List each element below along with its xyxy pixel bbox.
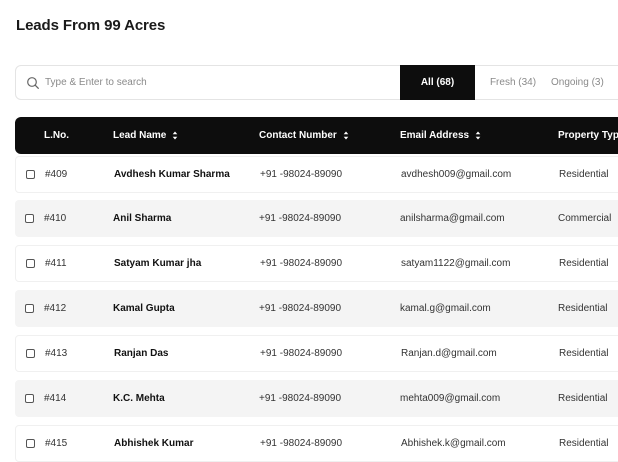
contact-number: +91 -98024-89090 bbox=[259, 393, 342, 404]
contact-number: +91 -98024-89090 bbox=[259, 213, 342, 224]
row-checkbox[interactable] bbox=[25, 214, 34, 223]
row-checkbox[interactable] bbox=[25, 304, 34, 313]
property-type: Residential bbox=[559, 169, 609, 180]
lead-name: Satyam Kumar jha bbox=[114, 258, 202, 269]
sort-icon[interactable] bbox=[172, 131, 178, 140]
tab-ongoing[interactable]: Ongoing (3) bbox=[551, 65, 618, 100]
row-checkbox[interactable] bbox=[26, 439, 35, 448]
contact-number: +91 -98024-89090 bbox=[260, 438, 343, 449]
column-header-email-label: Email Address bbox=[400, 130, 470, 141]
email-address: Abhishek.k@gmail.com bbox=[401, 438, 506, 449]
filter-tabs: All (68) Fresh (34) Ongoing (3) bbox=[400, 65, 618, 100]
lead-number: #414 bbox=[44, 393, 67, 404]
page-title: Leads From 99 Acres bbox=[16, 17, 166, 34]
column-header-name-label: Lead Name bbox=[113, 130, 167, 141]
contact-number: +91 -98024-89090 bbox=[260, 169, 343, 180]
column-header-type-label: Property Type bbox=[558, 130, 618, 141]
lead-number: #410 bbox=[44, 213, 67, 224]
lead-name: K.C. Mehta bbox=[113, 393, 165, 404]
lead-name: Abhishek Kumar bbox=[114, 438, 194, 449]
lead-number: #411 bbox=[45, 258, 67, 269]
lead-number: #409 bbox=[45, 169, 68, 180]
column-header-lno: L.No. bbox=[44, 117, 69, 154]
table-row[interactable]: #409 Avdhesh Kumar Sharma +91 -98024-890… bbox=[15, 156, 618, 193]
property-type: Commercial bbox=[558, 213, 612, 224]
search-input[interactable] bbox=[45, 77, 385, 88]
column-header-email[interactable]: Email Address bbox=[400, 117, 481, 154]
lead-name: Ranjan Das bbox=[114, 348, 169, 359]
row-checkbox[interactable] bbox=[26, 349, 35, 358]
row-checkbox[interactable] bbox=[26, 170, 35, 179]
table-row[interactable]: #415 Abhishek Kumar +91 -98024-89090 Abh… bbox=[15, 425, 618, 462]
tab-all[interactable]: All (68) bbox=[400, 65, 475, 100]
table-row[interactable]: #411 Satyam Kumar jha +91 -98024-89090 s… bbox=[15, 245, 618, 282]
row-checkbox[interactable] bbox=[26, 259, 35, 268]
email-address: avdhesh009@gmail.com bbox=[401, 169, 512, 180]
search-icon bbox=[27, 76, 39, 89]
sort-icon[interactable] bbox=[343, 131, 349, 140]
property-type: Residential bbox=[558, 393, 608, 404]
column-header-lno-label: L.No. bbox=[44, 130, 69, 141]
lead-number: #412 bbox=[44, 303, 67, 314]
property-type: Residential bbox=[559, 348, 609, 359]
column-header-contact[interactable]: Contact Number bbox=[259, 117, 349, 154]
email-address: kamal.g@gmail.com bbox=[400, 303, 491, 314]
tab-fresh[interactable]: Fresh (34) bbox=[475, 65, 551, 100]
lead-name: Kamal Gupta bbox=[113, 303, 175, 314]
email-address: satyam1122@gmail.com bbox=[401, 258, 511, 269]
sort-icon[interactable] bbox=[475, 131, 481, 140]
contact-number: +91 -98024-89090 bbox=[260, 348, 343, 359]
property-type: Residential bbox=[558, 303, 608, 314]
table-row[interactable]: #412 Kamal Gupta +91 -98024-89090 kamal.… bbox=[15, 290, 618, 327]
contact-number: +91 -98024-89090 bbox=[260, 258, 343, 269]
email-address: Ranjan.d@gmail.com bbox=[401, 348, 497, 359]
property-type: Residential bbox=[559, 438, 609, 449]
table-row[interactable]: #413 Ranjan Das +91 -98024-89090 Ranjan.… bbox=[15, 335, 618, 372]
email-address: mehta009@gmail.com bbox=[400, 393, 501, 404]
table-row[interactable]: #410 Anil Sharma +91 -98024-89090 anilsh… bbox=[15, 200, 618, 237]
lead-number: #413 bbox=[45, 348, 68, 359]
lead-number: #415 bbox=[45, 438, 68, 449]
column-header-name[interactable]: Lead Name bbox=[113, 117, 178, 154]
column-header-type: Property Type bbox=[558, 117, 618, 154]
column-header-contact-label: Contact Number bbox=[259, 130, 337, 141]
lead-name: Anil Sharma bbox=[113, 213, 172, 224]
contact-number: +91 -98024-89090 bbox=[259, 303, 342, 314]
row-checkbox[interactable] bbox=[25, 394, 34, 403]
property-type: Residential bbox=[559, 258, 609, 269]
table-row[interactable]: #414 K.C. Mehta +91 -98024-89090 mehta00… bbox=[15, 380, 618, 417]
lead-name: Avdhesh Kumar Sharma bbox=[114, 169, 230, 180]
table-header: L.No. Lead Name Contact Number Email Add… bbox=[15, 117, 618, 154]
email-address: anilsharma@gmail.com bbox=[400, 213, 505, 224]
